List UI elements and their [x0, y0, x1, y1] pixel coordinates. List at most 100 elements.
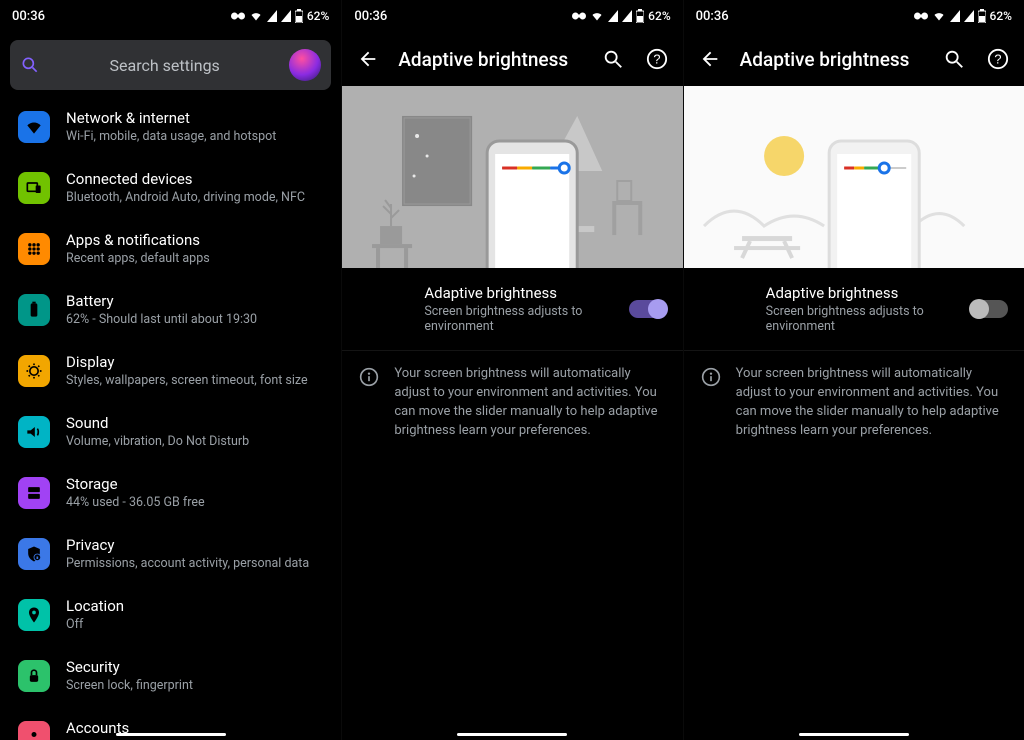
back-button[interactable]	[354, 45, 382, 73]
toggle-subtitle: Screen brightness adjusts to environment	[424, 304, 616, 334]
accounts-icon	[18, 721, 50, 740]
display-icon	[18, 355, 50, 387]
status-icons: 62%	[572, 9, 670, 23]
help-button[interactable]: ?	[643, 45, 671, 73]
page-header: Adaptive brightness ?	[684, 32, 1024, 86]
status-icons: 62%	[914, 9, 1012, 23]
infinity-icon	[231, 11, 245, 21]
item-subtitle: Styles, wallpapers, screen timeout, font…	[66, 373, 323, 388]
settings-item-privacy[interactable]: Privacy Permissions, account activity, pe…	[0, 523, 341, 584]
item-subtitle: 62% - Should last until about 19:30	[66, 312, 323, 327]
settings-item-battery[interactable]: Battery 62% - Should last until about 19:…	[0, 279, 341, 340]
clock: 00:36	[354, 9, 387, 24]
search-bar[interactable]: Search settings	[10, 40, 331, 90]
battery-icon	[295, 9, 303, 23]
settings-item-storage[interactable]: Storage 44% used - 36.05 GB free	[0, 462, 341, 523]
settings-item-display[interactable]: Display Styles, wallpapers, screen timeou…	[0, 340, 341, 401]
adaptive-brightness-toggle-row[interactable]: Adaptive brightness Screen brightness ad…	[684, 268, 1024, 350]
item-subtitle: 44% used - 36.05 GB free	[66, 495, 323, 510]
adaptive-brightness-off-panel: 00:36 62% Adaptive brightness ?	[683, 0, 1024, 740]
settings-list: Network & internet Wi-Fi, mobile, data us…	[0, 96, 341, 740]
settings-item-sound[interactable]: Sound Volume, vibration, Do Not Disturb	[0, 401, 341, 462]
item-title: Connected devices	[66, 170, 323, 188]
item-title: Battery	[66, 292, 323, 310]
help-icon: ?	[646, 48, 668, 70]
profile-avatar[interactable]	[289, 49, 321, 81]
item-title: Privacy	[66, 536, 323, 554]
back-button[interactable]	[696, 45, 724, 73]
info-icon	[701, 367, 721, 387]
item-title: Storage	[66, 475, 323, 493]
toggle-switch[interactable]	[629, 300, 667, 318]
infinity-icon	[572, 11, 586, 21]
settings-item-devices[interactable]: Connected devices Bluetooth, Android Auto…	[0, 157, 341, 218]
navbar-indicator	[116, 733, 226, 736]
item-title: Apps & notifications	[66, 231, 323, 249]
status-bar: 00:36 62%	[0, 0, 341, 32]
battery-icon	[978, 9, 986, 23]
toggle-title: Adaptive brightness	[766, 284, 958, 302]
item-subtitle: Recent apps, default apps	[66, 251, 323, 266]
svg-text:?: ?	[994, 52, 1001, 67]
signal-icon-2	[622, 10, 632, 22]
search-icon	[20, 55, 40, 75]
item-subtitle: Permissions, account activity, personal …	[66, 556, 323, 571]
security-icon	[18, 660, 50, 692]
search-icon	[602, 48, 624, 70]
wifi-icon	[590, 10, 604, 22]
adaptive-brightness-on-panel: 00:36 62% Adaptive brightness ?	[341, 0, 682, 740]
status-bar: 00:36 62%	[684, 0, 1024, 32]
battery-icon	[636, 9, 644, 23]
privacy-icon	[18, 538, 50, 570]
storage-icon	[18, 477, 50, 509]
page-header: Adaptive brightness ?	[342, 32, 682, 86]
search-icon	[943, 48, 965, 70]
apps-icon	[18, 233, 50, 265]
info-text: Your screen brightness will automaticall…	[736, 365, 1008, 440]
info-icon	[359, 367, 379, 387]
search-placeholder: Search settings	[40, 56, 289, 75]
battery-percent: 62%	[990, 9, 1012, 23]
location-icon	[18, 599, 50, 631]
settings-item-wifi[interactable]: Network & internet Wi-Fi, mobile, data us…	[0, 96, 341, 157]
adaptive-brightness-toggle-row[interactable]: Adaptive brightness Screen brightness ad…	[342, 268, 682, 350]
search-button[interactable]	[599, 45, 627, 73]
clock: 00:36	[12, 9, 45, 24]
signal-icon	[950, 10, 960, 22]
illustration-night	[342, 86, 682, 268]
wifi-icon	[249, 10, 263, 22]
signal-icon	[608, 10, 618, 22]
status-bar: 00:36 62%	[342, 0, 682, 32]
toggle-title: Adaptive brightness	[424, 284, 616, 302]
item-subtitle: Wi-Fi, mobile, data usage, and hotspot	[66, 129, 323, 144]
arrow-left-icon	[357, 48, 379, 70]
search-button[interactable]	[940, 45, 968, 73]
wifi-icon	[932, 10, 946, 22]
svg-text:?: ?	[653, 52, 660, 67]
settings-item-apps[interactable]: Apps & notifications Recent apps, default…	[0, 218, 341, 279]
info-text: Your screen brightness will automaticall…	[394, 365, 666, 440]
toggle-switch[interactable]	[970, 300, 1008, 318]
item-title: Security	[66, 658, 323, 676]
illustration-day	[684, 86, 1024, 268]
item-title: Display	[66, 353, 323, 371]
help-icon: ?	[987, 48, 1009, 70]
toggle-subtitle: Screen brightness adjusts to environment	[766, 304, 958, 334]
battery-icon	[18, 294, 50, 326]
settings-item-location[interactable]: LocationOff	[0, 584, 341, 645]
clock: 00:36	[696, 9, 729, 24]
battery-percent: 62%	[307, 9, 329, 23]
navbar-indicator	[799, 733, 909, 736]
item-subtitle: Volume, vibration, Do Not Disturb	[66, 434, 323, 449]
signal-icon-2	[964, 10, 974, 22]
item-subtitle: Bluetooth, Android Auto, driving mode, N…	[66, 190, 323, 205]
item-title: Network & internet	[66, 109, 323, 127]
settings-item-security[interactable]: SecurityScreen lock, fingerprint	[0, 645, 341, 706]
wifi-icon	[18, 111, 50, 143]
info-row: Your screen brightness will automaticall…	[684, 350, 1024, 454]
page-title: Adaptive brightness	[398, 48, 582, 71]
info-row: Your screen brightness will automaticall…	[342, 350, 682, 454]
item-title: Sound	[66, 414, 323, 432]
item-subtitle: Off	[66, 617, 323, 632]
help-button[interactable]: ?	[984, 45, 1012, 73]
